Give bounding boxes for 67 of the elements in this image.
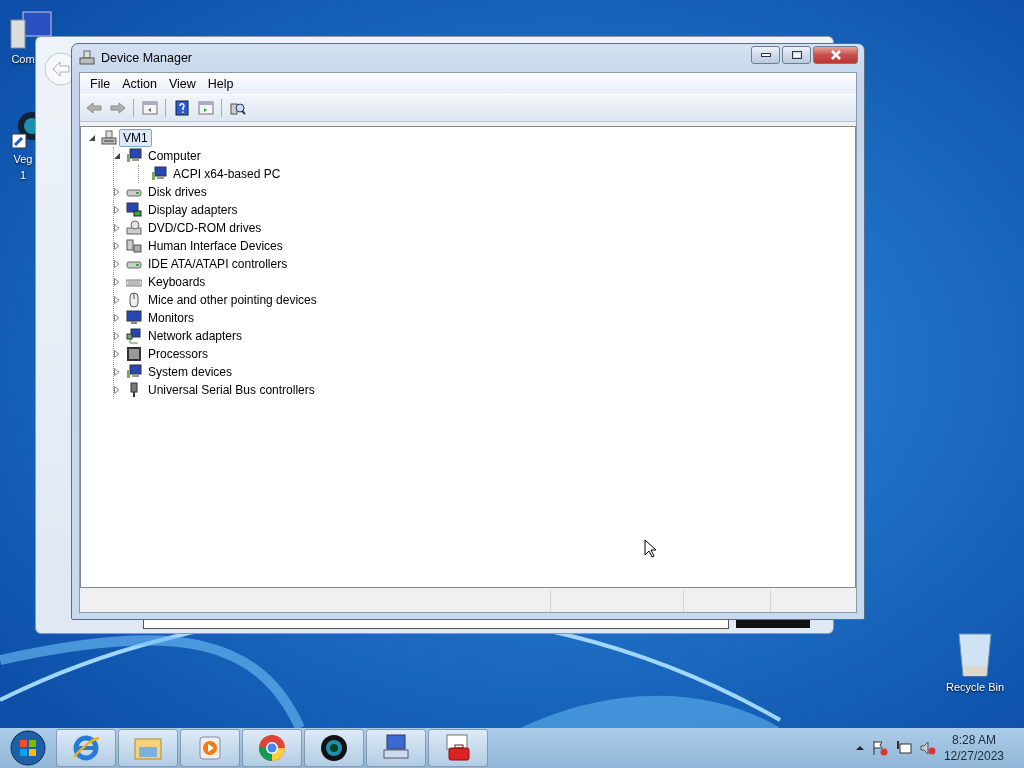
display-adapter-icon xyxy=(126,202,142,218)
tree-item[interactable]: Computer xyxy=(144,147,205,165)
lens-icon xyxy=(319,733,349,763)
tree-item[interactable]: ACPI x64-based PC xyxy=(169,165,285,183)
show-hidden-icons-icon xyxy=(855,745,864,751)
minimize-button[interactable] xyxy=(751,46,780,64)
desktop-icon-label[interactable]: Veg xyxy=(13,152,33,166)
menu-item[interactable]: Help xyxy=(201,76,240,91)
desktop-icon-label[interactable]: Com xyxy=(11,52,35,66)
start-orb-icon xyxy=(10,730,46,766)
tree-item[interactable]: Keyboards xyxy=(144,273,210,291)
clock-date: 12/27/2023 xyxy=(943,748,1004,764)
taskbar-button[interactable] xyxy=(428,729,488,767)
maximize-icon xyxy=(791,51,802,59)
window-title: Device Manager xyxy=(101,51,193,65)
forward-arrow-icon xyxy=(109,100,126,116)
panel-icon xyxy=(141,100,158,116)
menu-item[interactable]: View xyxy=(162,76,202,91)
mouse-icon xyxy=(126,292,142,308)
tree-item[interactable]: DVD/CD-ROM drives xyxy=(144,219,266,237)
taskbar-button[interactable] xyxy=(366,729,426,767)
monitor-icon xyxy=(126,310,142,326)
menu-item[interactable]: File xyxy=(84,76,117,91)
clock[interactable]: 8:28 AM 12/27/2023 xyxy=(943,732,1004,764)
tree-item[interactable]: VM1 xyxy=(119,129,152,147)
network-icon xyxy=(895,740,912,756)
chip-icon xyxy=(126,346,142,362)
maximize-button[interactable] xyxy=(782,46,811,64)
flag-icon xyxy=(871,740,888,756)
scan-hardware-icon xyxy=(229,100,246,116)
help-icon xyxy=(173,100,190,116)
back-arrow-icon xyxy=(85,100,102,116)
device-icon xyxy=(126,238,142,254)
disc-drive-icon xyxy=(126,220,142,236)
recycle-bin-icon xyxy=(955,630,995,678)
close-button[interactable] xyxy=(813,46,858,64)
computer-icon xyxy=(9,10,53,50)
tree-item[interactable]: Mice and other pointing devices xyxy=(144,291,321,309)
network-icon xyxy=(126,328,142,344)
desktop-icon-label[interactable]: Recycle Bin xyxy=(945,680,1005,694)
tree-item[interactable]: Human Interface Devices xyxy=(144,237,287,255)
toolbox-icon xyxy=(443,733,473,763)
tree-item[interactable]: Network adapters xyxy=(144,327,247,345)
computer-icon xyxy=(79,50,95,66)
minimize-icon xyxy=(760,53,771,57)
computer-icon xyxy=(101,130,117,146)
tree-item[interactable]: Monitors xyxy=(144,309,198,327)
tree-item[interactable]: Universal Serial Bus controllers xyxy=(144,381,319,399)
close-icon xyxy=(829,50,842,60)
panel-icon xyxy=(197,100,214,116)
input-field[interactable] xyxy=(143,620,729,629)
browser-icon xyxy=(71,733,101,763)
monitor-icon xyxy=(151,166,167,182)
desktop-icon-label[interactable]: 1 xyxy=(19,168,27,182)
chrome-icon xyxy=(257,733,287,763)
muted-speaker-icon xyxy=(919,740,936,756)
tree-item[interactable]: Display adapters xyxy=(144,201,242,219)
monitor-icon xyxy=(126,148,142,164)
cursor-icon xyxy=(644,539,656,558)
taskbar-button[interactable] xyxy=(304,729,364,767)
menu-item[interactable]: Action xyxy=(116,76,163,91)
tree-item[interactable]: System devices xyxy=(144,363,237,381)
tree-item[interactable]: Disk drives xyxy=(144,183,211,201)
clock-time: 8:28 AM xyxy=(951,732,996,748)
tree-item[interactable]: IDE ATA/ATAPI controllers xyxy=(144,255,292,273)
tree-item[interactable]: Processors xyxy=(144,345,213,363)
monitor-icon xyxy=(126,364,142,380)
